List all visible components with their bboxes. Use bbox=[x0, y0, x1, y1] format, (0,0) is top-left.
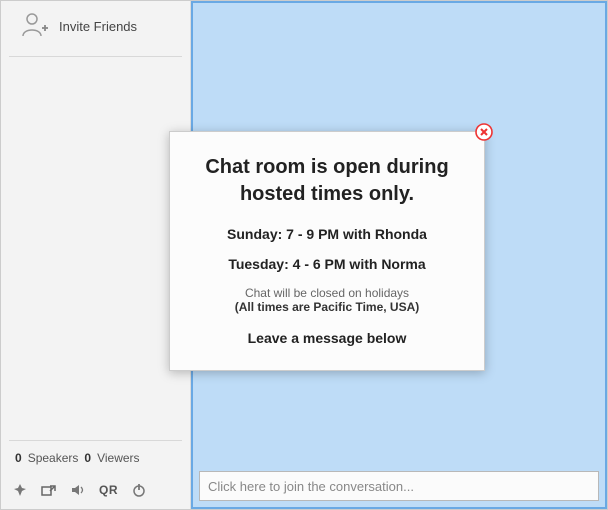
holidays-note: Chat will be closed on holidays bbox=[192, 286, 462, 300]
modal-heading: Chat room is open during hosted times on… bbox=[192, 154, 462, 208]
pin-icon[interactable] bbox=[13, 483, 27, 497]
chat-hours-modal: Chat room is open during hosted times on… bbox=[169, 131, 485, 371]
schedule-line-1: Sunday: 7 - 9 PM with Rhonda bbox=[192, 226, 462, 242]
viewers-count: 0 bbox=[84, 451, 91, 465]
qr-button[interactable]: QR bbox=[99, 483, 118, 497]
leave-message-text: Leave a message below bbox=[192, 330, 462, 346]
close-button[interactable] bbox=[475, 123, 493, 141]
chat-input-wrap bbox=[193, 465, 605, 507]
sidebar-spacer bbox=[1, 57, 190, 440]
invite-friends-button[interactable]: Invite Friends bbox=[9, 1, 182, 57]
speakers-count: 0 bbox=[15, 451, 22, 465]
power-icon[interactable] bbox=[132, 483, 146, 497]
sound-icon[interactable] bbox=[71, 483, 85, 497]
counts-row: 0 Speakers 0 Viewers bbox=[9, 440, 182, 475]
close-icon bbox=[475, 123, 493, 141]
schedule-line-2: Tuesday: 4 - 6 PM with Norma bbox=[192, 256, 462, 272]
person-plus-icon bbox=[21, 11, 49, 42]
sidebar-toolbar: QR bbox=[1, 475, 190, 509]
chat-input[interactable] bbox=[199, 471, 599, 501]
invite-friends-label: Invite Friends bbox=[59, 19, 137, 34]
app-window: Invite Friends 0 Speakers 0 Viewers bbox=[0, 0, 608, 510]
speakers-label: Speakers bbox=[28, 451, 79, 465]
timezone-note: (All times are Pacific Time, USA) bbox=[192, 300, 462, 314]
viewers-label: Viewers bbox=[97, 451, 139, 465]
sidebar: Invite Friends 0 Speakers 0 Viewers bbox=[1, 1, 191, 509]
popout-icon[interactable] bbox=[41, 483, 57, 497]
